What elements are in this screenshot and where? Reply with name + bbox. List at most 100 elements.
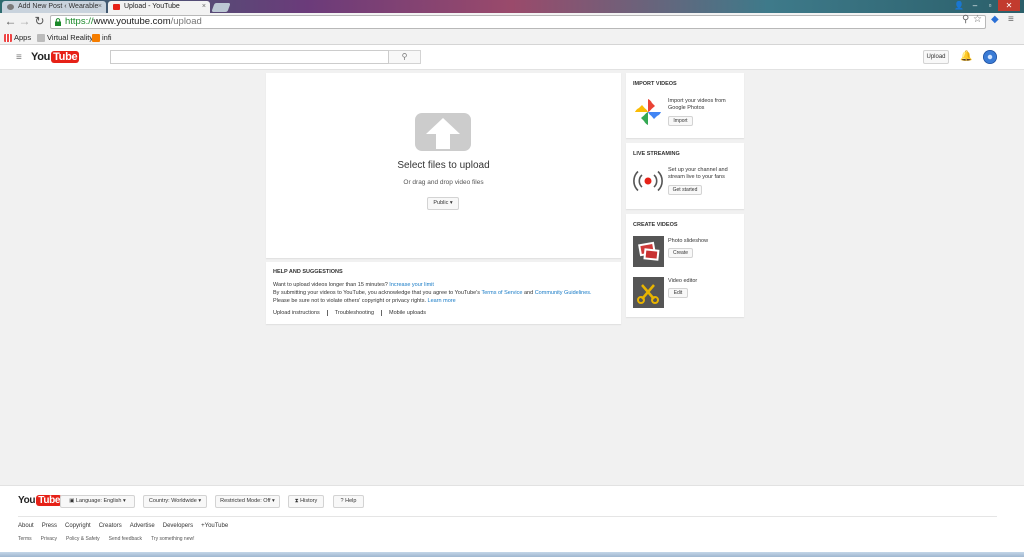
search-button[interactable]: ⚲ [389,50,421,64]
learn-more-link[interactable]: Learn more [428,298,456,304]
forward-arrow-icon[interactable]: → [18,15,31,28]
search-input[interactable] [110,50,389,64]
hourglass-icon: ⧗ [294,498,299,504]
upload-instructions-link[interactable]: Upload instructions [273,310,328,316]
bookmark-apps[interactable]: Apps [4,31,31,45]
tab-close-icon[interactable]: × [202,1,206,13]
page-footer: You Tube ▣ Language: English ▾ Country: W… [0,485,1024,557]
footer-primary-links: About Press Copyright Creators Advertise… [18,523,228,529]
footer-link-developers[interactable]: Developers [163,523,193,529]
browser-toolbar: ← → ↻ https://www.youtube.com/upload ⚲ ☆… [0,13,1024,31]
footer-link-send-feedback[interactable]: Send feedback [109,536,142,542]
country-value: Country: Worldwide [148,498,197,504]
zoom-icon[interactable]: ⚲ [962,14,969,25]
avatar[interactable] [983,50,997,64]
browser-titlebar: Add New Post ‹ Wearable × Upload - YouTu… [0,0,1024,13]
mobile-uploads-link[interactable]: Mobile uploads [382,310,433,316]
photo-slideshow-label: Photo slideshow [668,238,709,244]
footer-link-privacy[interactable]: Privacy [41,536,57,542]
os-taskbar[interactable] [0,552,1024,557]
logo-you: You [31,51,51,63]
footer-link-about[interactable]: About [18,523,34,529]
bookmark-infi[interactable]: infi [92,31,112,45]
live-streaming-panel: LIVE STREAMING Set up your channel and s… [626,143,744,209]
select-files-label[interactable]: Select files to upload [266,160,621,171]
bookmark-star-icon[interactable]: ☆ [973,14,982,25]
browser-tab-wordpress[interactable]: Add New Post ‹ Wearable × [2,1,106,13]
help-text: Please be sure not to violate others' co… [273,298,426,304]
guide-menu-icon[interactable]: ≡ [16,52,22,63]
arrow-stem [436,133,450,149]
language-dropdown[interactable]: ▣ Language: English ▾ [60,495,135,508]
footer-secondary-links: Terms Privacy Policy & Safety Send feedb… [18,536,194,542]
back-arrow-icon[interactable]: ← [4,15,17,28]
page-icon [37,34,45,42]
dropdown-caret-icon: ▾ [198,498,202,504]
photo-slideshow-thumbnail [633,236,664,267]
upload-panel[interactable]: Select files to upload Or drag and drop … [266,73,621,258]
footer-link-copyright[interactable]: Copyright [65,523,91,529]
youtube-masthead: ≡ You Tube ⚲ Upload 🔔 [0,45,1024,70]
apps-grid-icon [4,34,12,42]
terms-of-service-link[interactable]: Terms of Service [481,290,522,296]
footer-link-press[interactable]: Press [42,523,57,529]
bookmark-virtual-reality[interactable]: Virtual Reality [37,31,93,45]
minimize-icon[interactable]: – [968,0,982,11]
blogger-icon [92,34,100,42]
browser-tab-youtube[interactable]: Upload - YouTube × [108,1,210,13]
footer-link-policy-safety[interactable]: Policy & Safety [66,536,100,542]
history-label: History [300,498,318,504]
maximize-icon[interactable]: ▫ [983,0,997,11]
google-photos-icon [635,99,661,125]
upload-arrow-icon[interactable] [415,113,471,151]
create-slideshow-button[interactable]: Create [668,248,693,258]
url-scheme: https:// [65,16,94,27]
restricted-mode-dropdown[interactable]: Restricted Mode: Off ▾ [215,495,280,508]
footer-link-terms[interactable]: Terms [18,536,32,542]
live-title: LIVE STREAMING [633,151,680,157]
new-tab-button[interactable] [211,3,231,12]
footer-link-creators[interactable]: Creators [99,523,122,529]
create-title: CREATE VIDEOS [633,222,678,228]
help-text: By submitting your videos to YouTube, yo… [273,290,481,296]
tab-title: Upload - YouTube [124,3,180,10]
create-videos-panel: CREATE VIDEOS Photo slideshow Create Vid… [626,214,744,317]
edit-video-button[interactable]: Edit [668,288,688,298]
extension-icon[interactable]: ◆ [991,14,999,25]
help-panel: HELP AND SUGGESTIONS Want to upload vide… [266,262,621,324]
help-button[interactable]: ? Help [333,495,364,508]
logo-tube: Tube [51,51,80,63]
video-editor-thumbnail [633,277,664,308]
youtube-logo[interactable]: You Tube [31,51,80,63]
url-path: /upload [170,16,202,27]
bookmark-label: infi [102,33,112,42]
address-bar[interactable]: https://www.youtube.com/upload [50,15,986,29]
bookmark-label: Virtual Reality [47,33,94,42]
increase-limit-link[interactable]: Increase your limit [389,282,434,288]
history-button[interactable]: ⧗ History [288,495,324,508]
reload-icon[interactable]: ↻ [33,15,46,28]
footer-link-advertise[interactable]: Advertise [130,523,155,529]
troubleshooting-link[interactable]: Troubleshooting [328,310,383,316]
privacy-dropdown[interactable]: Public ▾ [427,197,459,210]
tab-close-icon[interactable]: × [98,1,102,13]
chrome-menu-icon[interactable]: ≡ [1008,14,1014,25]
get-started-button[interactable]: Get started [668,185,702,195]
user-profile-icon[interactable]: 👤 [952,0,966,11]
logo-you: You [18,495,36,506]
dropdown-caret-icon: ▾ [272,498,275,504]
upload-button[interactable]: Upload [923,50,949,64]
close-window-icon[interactable]: ✕ [998,0,1020,11]
notifications-bell-icon[interactable]: 🔔 [960,51,972,62]
community-guidelines-link[interactable]: Community Guidelines. [535,290,592,296]
country-dropdown[interactable]: Country: Worldwide ▾ [143,495,207,508]
dropdown-caret-icon: ▾ [123,498,126,504]
footer-divider [18,516,997,517]
footer-link-try-something-new[interactable]: Try something new! [151,536,194,542]
help-text: and [523,290,534,296]
import-button[interactable]: Import [668,116,693,126]
footer-link-plus-youtube[interactable]: +YouTube [201,523,228,529]
youtube-favicon-icon [113,4,120,10]
footer-youtube-logo[interactable]: You Tube [18,495,63,506]
help-line-2: By submitting your videos to YouTube, yo… [273,290,592,296]
